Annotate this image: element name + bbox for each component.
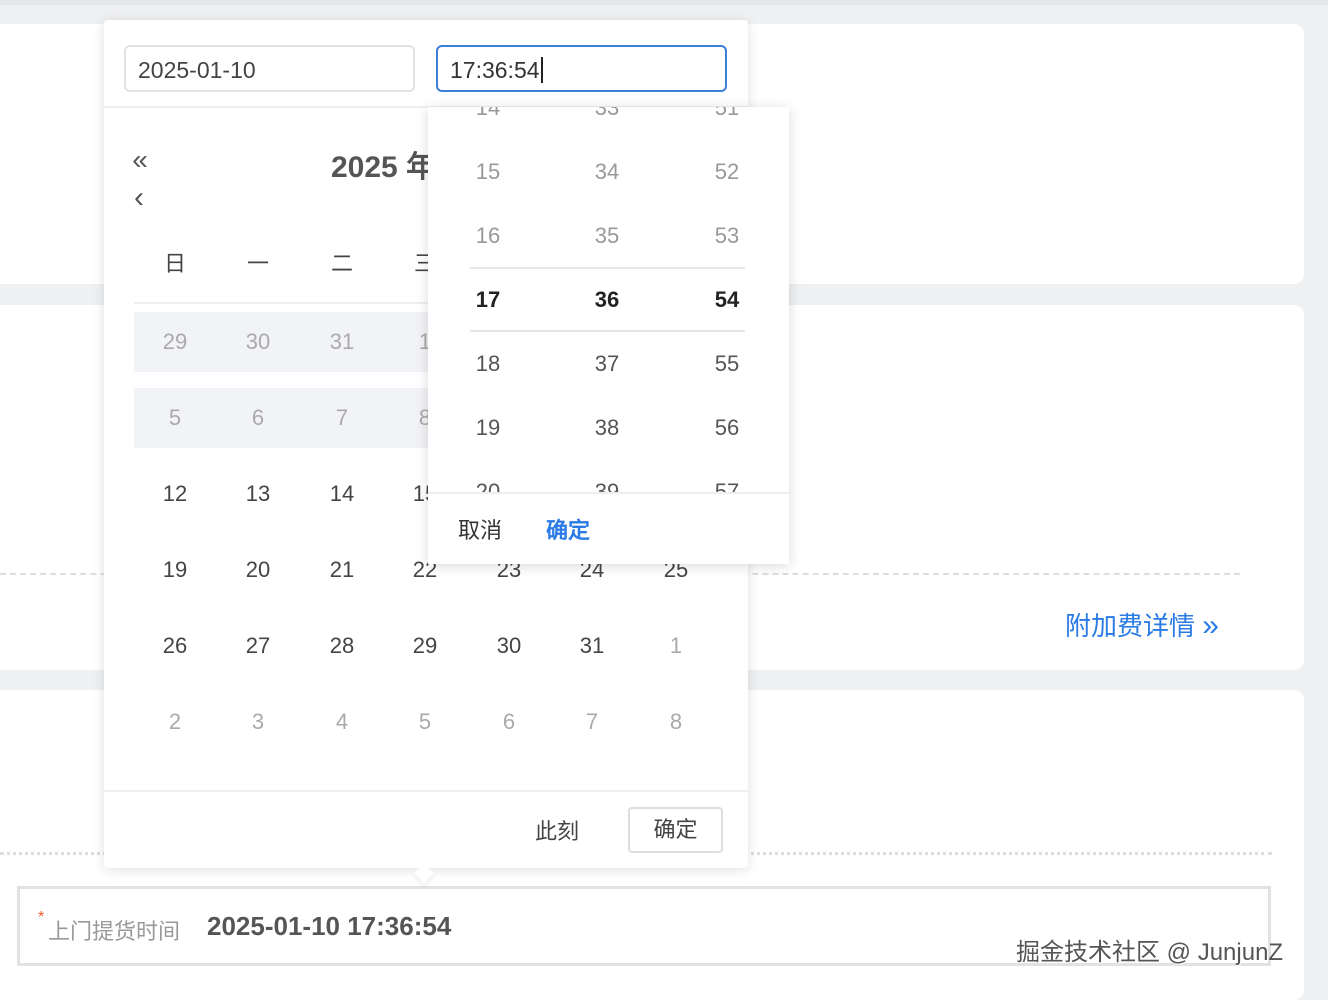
calendar-title[interactable]: 2025 年: [331, 142, 436, 186]
time-option-seconds[interactable]: 51: [715, 107, 739, 121]
calendar-day[interactable]: 29: [413, 633, 437, 659]
prev-year-button[interactable]: «: [132, 144, 148, 176]
time-panel-footer: 取消 确定: [428, 492, 789, 564]
time-option-minutes[interactable]: 34: [595, 159, 619, 185]
time-option-seconds[interactable]: 53: [715, 223, 739, 249]
calendar-day[interactable]: 14: [330, 481, 354, 507]
time-option-seconds[interactable]: 52: [715, 159, 739, 185]
time-input[interactable]: 17:36:54: [436, 45, 727, 92]
time-option-hours[interactable]: 14: [476, 107, 500, 121]
time-input-value: 17:36:54: [450, 57, 540, 83]
calendar-day[interactable]: 1: [670, 633, 682, 659]
time-option-hours[interactable]: 15: [476, 159, 500, 185]
link-label: 附加费详情: [1065, 611, 1196, 641]
calendar-day[interactable]: 4: [336, 709, 348, 735]
divider: [104, 790, 748, 792]
calendar-day[interactable]: 5: [419, 709, 431, 735]
selection-line: [470, 330, 745, 332]
calendar-day[interactable]: 31: [330, 329, 354, 355]
calendar-day[interactable]: 7: [336, 405, 348, 431]
prev-month-button[interactable]: ‹: [134, 181, 144, 215]
time-option-minutes[interactable]: 38: [595, 415, 619, 441]
double-chevron-right-icon: »: [1202, 609, 1219, 642]
calendar-day[interactable]: 20: [246, 557, 270, 583]
pickup-value: 2025-01-10 17:36:54: [207, 911, 452, 941]
cancel-button[interactable]: 取消: [458, 513, 502, 545]
calendar-day[interactable]: 30: [246, 329, 270, 355]
weekday-label: 一: [246, 251, 270, 276]
time-option-minutes[interactable]: 33: [595, 107, 619, 121]
watermark: 掘金技术社区 @ JunjunZ: [1016, 939, 1284, 966]
date-input[interactable]: 2025-01-10: [124, 45, 415, 92]
calendar-day[interactable]: 5: [169, 405, 181, 431]
time-option-seconds[interactable]: 55: [715, 351, 739, 377]
weekday-label: 日: [163, 251, 187, 276]
top-strip: [0, 0, 1328, 5]
time-option-minutes[interactable]: 35: [595, 223, 619, 249]
confirm-button[interactable]: 确定: [628, 807, 723, 853]
calendar-day[interactable]: 13: [246, 481, 270, 507]
time-option-seconds[interactable]: 56: [715, 415, 739, 441]
calendar-day[interactable]: 6: [503, 709, 515, 735]
calendar-day[interactable]: 29: [163, 329, 187, 355]
calendar-day[interactable]: 3: [252, 709, 264, 735]
pickup-label: 上门提货时间: [48, 919, 181, 944]
calendar-day[interactable]: 7: [586, 709, 598, 735]
calendar-day[interactable]: 8: [670, 709, 682, 735]
required-marker: *: [38, 909, 45, 926]
time-confirm-button[interactable]: 确定: [546, 513, 590, 545]
time-option-hours[interactable]: 18: [476, 351, 500, 377]
surcharge-details-link[interactable]: 附加费详情 »: [1065, 606, 1219, 643]
weekday-label: 二: [330, 251, 354, 276]
now-button[interactable]: 此刻: [535, 814, 579, 846]
selection-line: [470, 267, 745, 269]
calendar-day[interactable]: 26: [163, 633, 187, 659]
datetime-picker-popover: 2025-01-10 17:36:54 « ‹ 2025 年 日一二三四五六 2…: [104, 20, 789, 883]
calendar-day[interactable]: 31: [580, 633, 604, 659]
calendar-day[interactable]: 27: [246, 633, 270, 659]
time-option-seconds[interactable]: 54: [715, 287, 739, 313]
text-cursor: [540, 57, 543, 83]
time-picker-panel: 1415161718192033343536373839515253545556…: [428, 107, 789, 564]
time-option-hours[interactable]: 19: [476, 415, 500, 441]
calendar-day[interactable]: 28: [330, 633, 354, 659]
calendar-day[interactable]: 30: [497, 633, 521, 659]
time-option-hours[interactable]: 17: [476, 287, 500, 313]
calendar-day[interactable]: 6: [252, 405, 264, 431]
calendar-day[interactable]: 2: [169, 709, 181, 735]
calendar-day[interactable]: 19: [163, 557, 187, 583]
calendar-day[interactable]: 12: [163, 481, 187, 507]
calendar-day[interactable]: 21: [330, 557, 354, 583]
time-option-minutes[interactable]: 37: [595, 351, 619, 377]
time-option-minutes[interactable]: 36: [595, 287, 619, 313]
time-option-hours[interactable]: 16: [476, 223, 500, 249]
